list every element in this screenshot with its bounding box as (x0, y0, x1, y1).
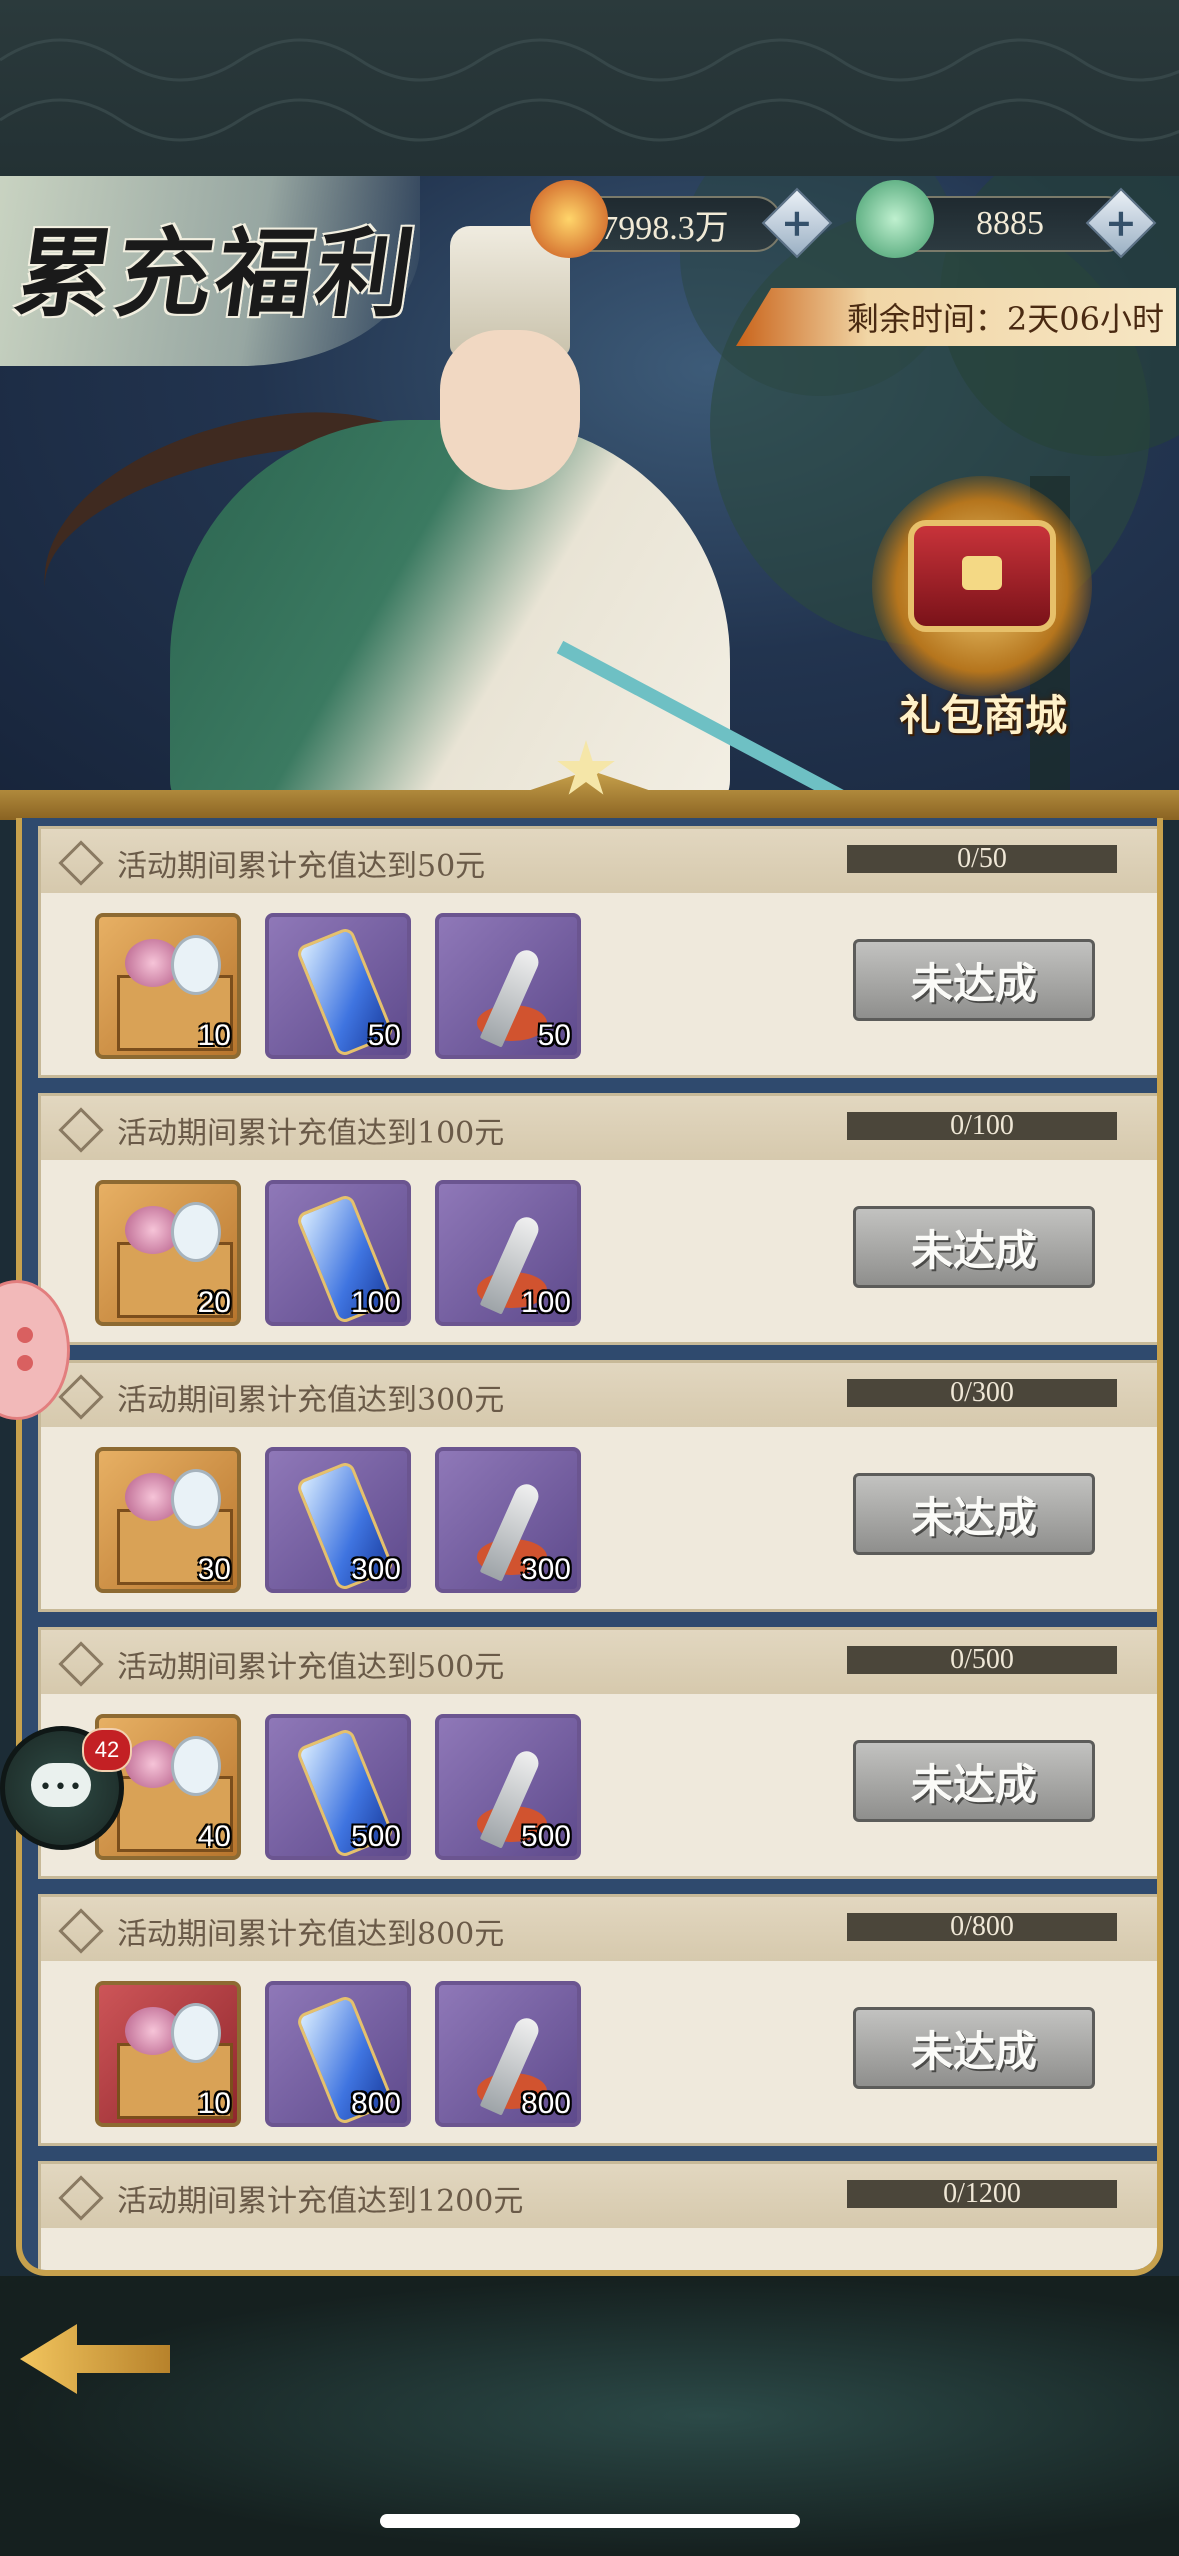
reward-item-blade[interactable]: 100 (435, 1180, 581, 1326)
reward-title: 活动期间累计充值达到300元 (117, 1383, 505, 1418)
assist-dot-icon (17, 1355, 33, 1371)
home-indicator[interactable] (380, 2514, 800, 2528)
reward-progress: 0/100 (847, 1110, 1117, 1141)
cloud-pattern (0, 38, 1179, 142)
chest-lock-icon (962, 556, 1002, 590)
mirror-icon (171, 1469, 221, 1529)
remaining-time-badge: 剩余时间： 2天06小时 (736, 288, 1176, 346)
reward-item-chest[interactable]: 30 (95, 1447, 241, 1593)
item-count: 100 (350, 1286, 401, 1319)
reward-row: 活动期间累计充值达到300元 0/300 30 300 300 未达成 (38, 1360, 1157, 1612)
mirror-icon (171, 935, 221, 995)
reward-progress: 0/800 (847, 1911, 1117, 1942)
item-count: 10 (197, 1019, 231, 1052)
reward-progress: 0/1200 (847, 2178, 1117, 2209)
reward-row: 活动期间累计充值达到50元 0/50 10 50 50 未达成 (38, 826, 1157, 1078)
reward-item-red-chest[interactable]: 10 (95, 1981, 241, 2127)
reward-title: 活动期间累计充值达到1200元 (117, 2184, 524, 2219)
gold-coin-icon (530, 180, 608, 258)
claim-button-not-reached[interactable]: 未达成 (853, 1473, 1095, 1555)
reward-item-blade[interactable]: 300 (435, 1447, 581, 1593)
reward-title: 活动期间累计充值达到500元 (117, 1650, 505, 1685)
reward-item-gem[interactable]: 50 (265, 913, 411, 1059)
reward-item-gem[interactable]: 800 (265, 1981, 411, 2127)
reward-item-chest[interactable]: 20 (95, 1180, 241, 1326)
chat-unread-badge: 42 (82, 1728, 132, 1772)
mirror-icon (171, 1736, 221, 1796)
item-count: 30 (197, 1553, 231, 1586)
gift-shop-label[interactable]: 礼包商城 (878, 682, 1088, 743)
claim-button-not-reached[interactable]: 未达成 (853, 939, 1095, 1021)
item-count: 20 (197, 1286, 231, 1319)
item-count: 500 (520, 1820, 571, 1853)
timer-label: 剩余时间： (846, 300, 1007, 338)
reward-item-blade[interactable]: 50 (435, 913, 581, 1059)
plus-icon: + (1105, 200, 1137, 245)
reward-progress: 0/300 (847, 1377, 1117, 1408)
reward-row: 活动期间累计充值达到800元 0/800 10 800 800 未达成 (38, 1894, 1157, 2146)
reward-title: 活动期间累计充值达到50元 (117, 849, 486, 884)
reward-item-chest[interactable]: 10 (95, 913, 241, 1059)
character-face (440, 330, 580, 490)
jade-amount: 8885 (976, 205, 1044, 242)
chat-dots-icon: ••• (39, 1775, 84, 1800)
item-count: 800 (520, 2087, 571, 2120)
assist-dot-icon (17, 1327, 33, 1343)
reward-progress: 0/500 (847, 1644, 1117, 1675)
item-count: 500 (350, 1820, 401, 1853)
item-count: 50 (367, 1019, 401, 1052)
reward-item-blade[interactable]: 500 (435, 1714, 581, 1860)
reward-list[interactable]: 活动期间累计充值达到50元 0/50 10 50 50 未达成 活动期间累计充值达到100元… (38, 826, 1157, 2270)
character-robe (170, 420, 730, 820)
reward-item-gem[interactable]: 100 (265, 1180, 411, 1326)
reward-list-panel[interactable]: 活动期间累计充值达到50元 0/50 10 50 50 未达成 活动期间累计充值达到100元… (16, 818, 1163, 2276)
item-count: 100 (520, 1286, 571, 1319)
page-title: 累充福利 (8, 217, 425, 330)
top-status-strip (0, 0, 1179, 176)
item-count: 300 (520, 1553, 571, 1586)
mirror-icon (171, 2003, 221, 2063)
mirror-icon (171, 1202, 221, 1262)
claim-button-not-reached[interactable]: 未达成 (853, 1740, 1095, 1822)
item-count: 300 (350, 1553, 401, 1586)
item-count: 40 (197, 1820, 231, 1853)
reward-row: 活动期间累计充值达到1200元 0/1200 (38, 2161, 1157, 2270)
jade-icon (856, 180, 934, 258)
reward-row: 活动期间累计充值达到500元 0/500 40 500 500 未达成 (38, 1627, 1157, 1879)
item-count: 50 (537, 1019, 571, 1052)
reward-row: 活动期间累计充值达到100元 0/100 20 100 100 未达成 (38, 1093, 1157, 1345)
reward-title: 活动期间累计充值达到100元 (117, 1116, 505, 1151)
item-count: 800 (350, 2087, 401, 2120)
claim-button-not-reached[interactable]: 未达成 (853, 1206, 1095, 1288)
reward-title: 活动期间累计充值达到800元 (117, 1917, 505, 1952)
timer-value: 2天06小时 (1006, 300, 1164, 338)
reward-item-gem[interactable]: 300 (265, 1447, 411, 1593)
reward-item-blade[interactable]: 800 (435, 1981, 581, 2127)
reward-progress: 0/50 (847, 843, 1117, 874)
claim-button-not-reached[interactable]: 未达成 (853, 2007, 1095, 2089)
plus-icon: + (781, 200, 813, 245)
item-count: 10 (197, 2087, 231, 2120)
reward-item-gem[interactable]: 500 (265, 1714, 411, 1860)
gold-amount: 7998.3万 (601, 209, 729, 247)
